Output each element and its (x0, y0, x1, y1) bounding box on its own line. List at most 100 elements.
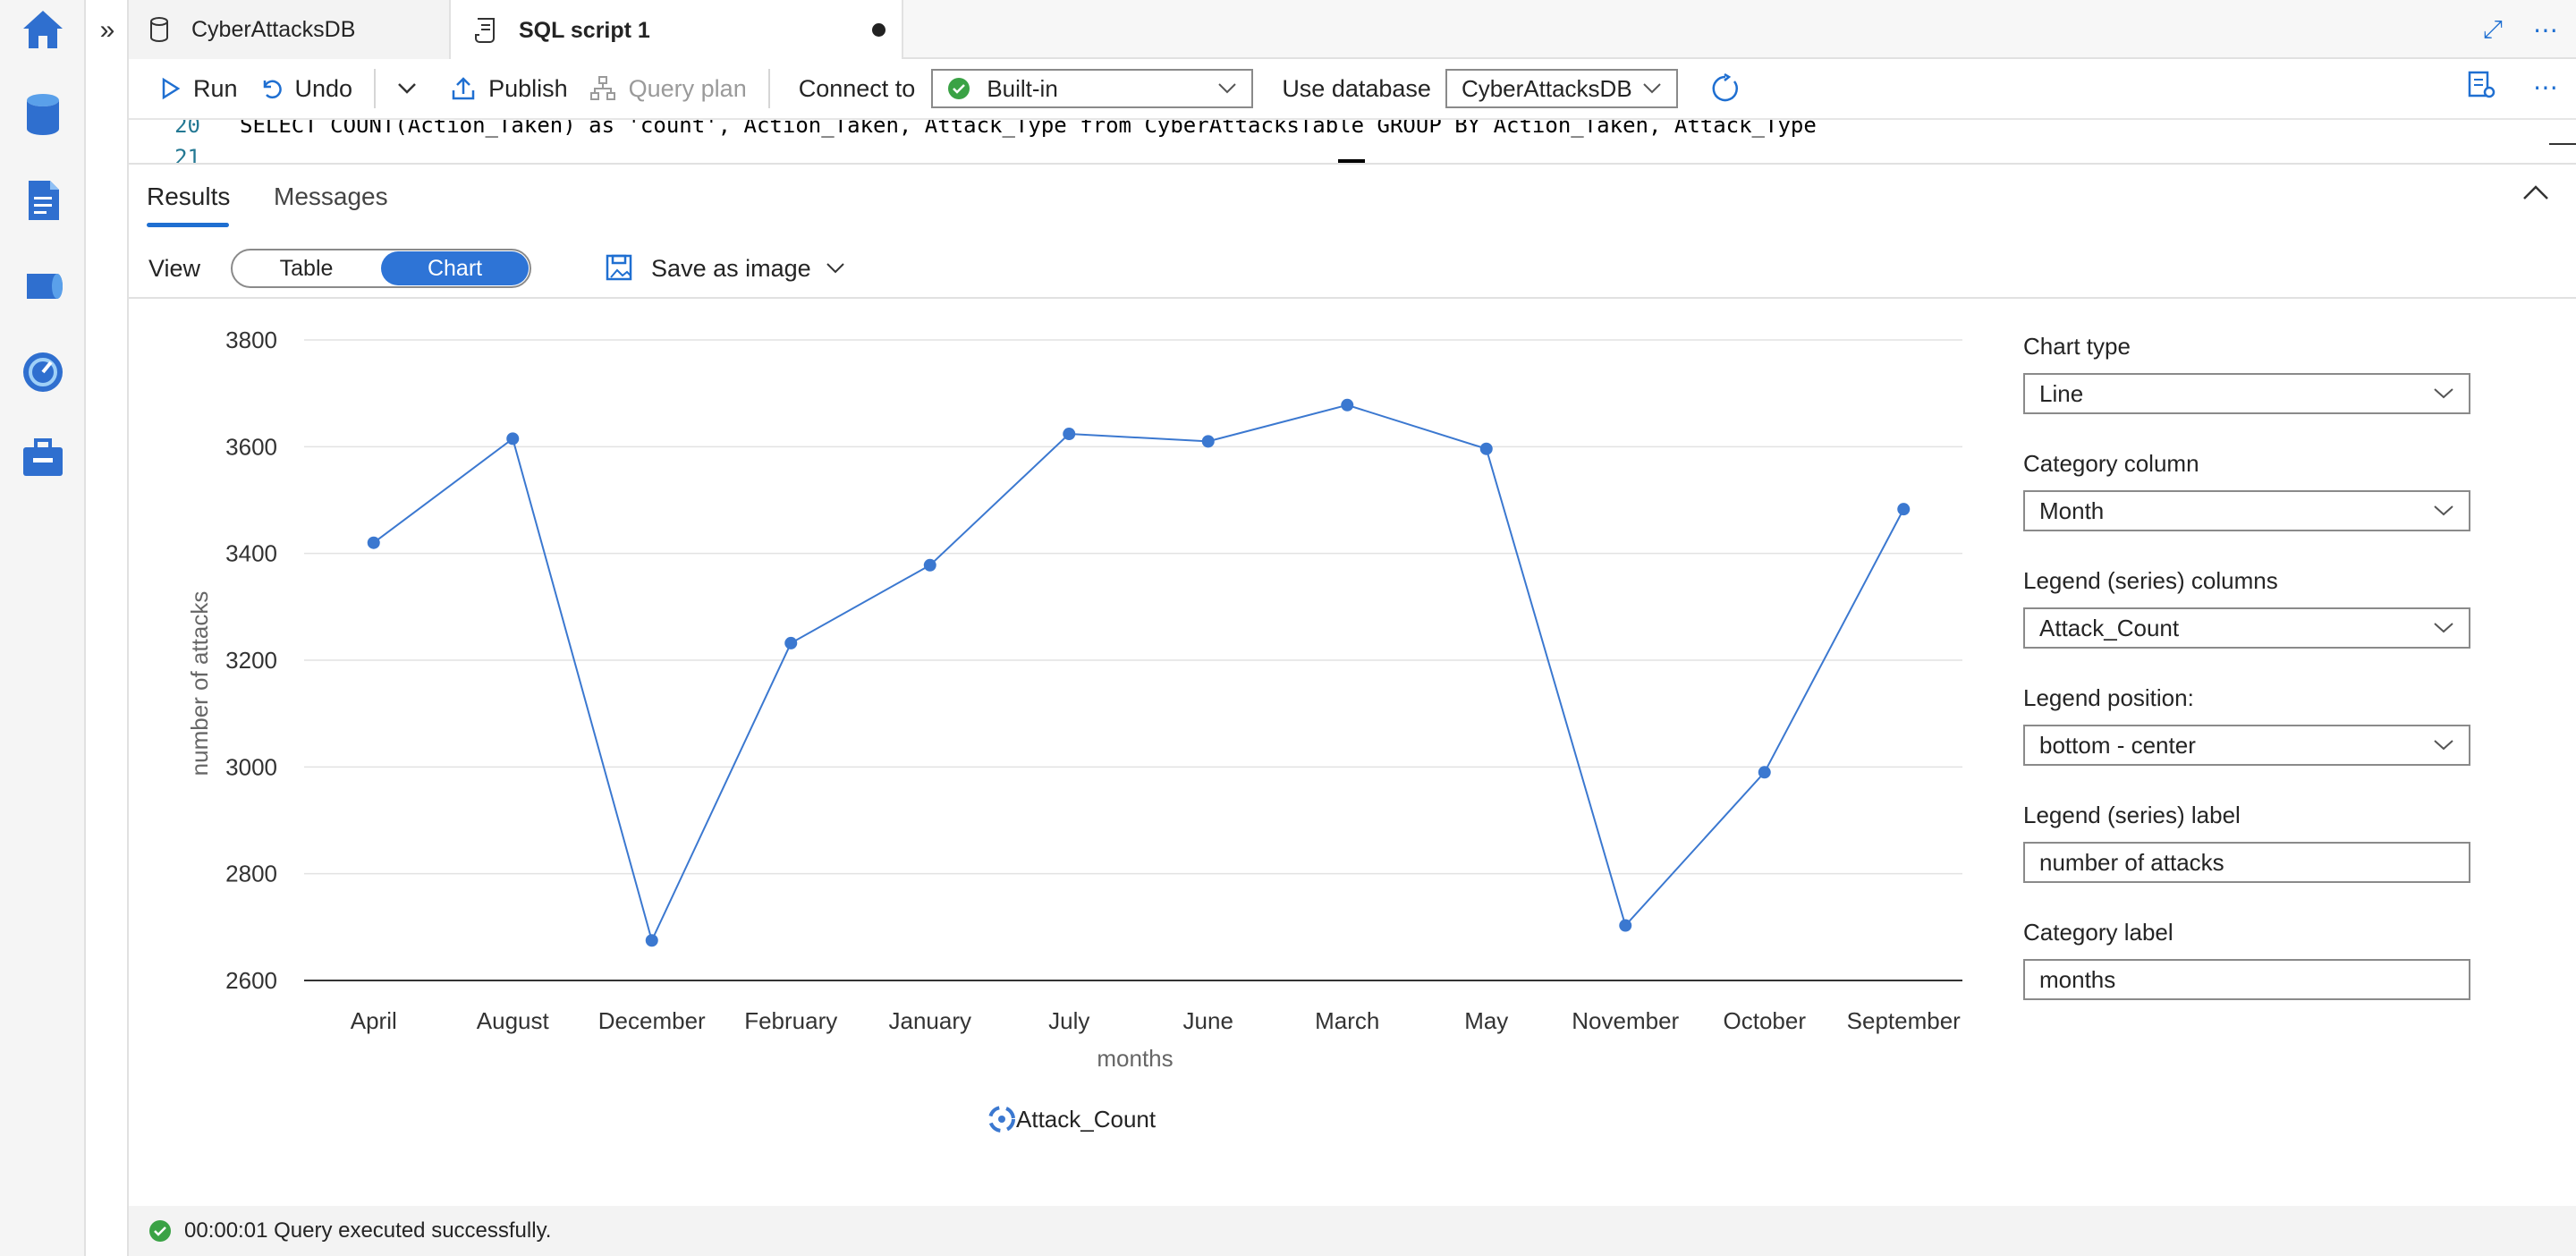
home-icon[interactable] (16, 2, 70, 55)
data-point (367, 536, 380, 549)
properties-icon[interactable] (2467, 70, 2496, 105)
chart-type-label: Chart type (2023, 333, 2131, 360)
legend-label-value: number of attacks (2039, 848, 2224, 876)
tab-sql-script-1[interactable]: SQL script 1 (451, 0, 903, 61)
refresh-button[interactable] (1699, 66, 1764, 111)
publish-button[interactable]: Publish (440, 66, 579, 111)
run-button[interactable]: Run (150, 66, 249, 111)
undo-label: Undo (294, 74, 353, 102)
category-column-select[interactable]: Month (2023, 490, 2470, 531)
tab-label: SQL script 1 (519, 17, 650, 43)
status-text: 00:00:01 Query executed successfully. (184, 1218, 552, 1243)
x-tick-label: July (1048, 1007, 1089, 1034)
save-as-image-label: Save as image (651, 254, 811, 282)
monitor-icon[interactable] (16, 345, 70, 399)
save-image-icon (606, 254, 632, 281)
x-axis-title: months (1097, 1045, 1173, 1072)
category-label-value: months (2039, 965, 2116, 993)
chevron-down-icon (2434, 388, 2453, 399)
unsaved-dot-icon[interactable] (872, 23, 886, 37)
category-label-input[interactable]: months (2023, 959, 2470, 1000)
expand-chevrons-icon[interactable]: » (93, 13, 122, 48)
play-icon (162, 77, 181, 100)
legend-columns-select[interactable]: Attack_Count (2023, 607, 2470, 649)
results-chart: 3800 3600 3400 3200 3000 2800 2600 April August D… (129, 299, 1973, 1193)
view-toggle[interactable]: Table Chart (231, 249, 532, 288)
y-tick-label: 3000 (225, 753, 277, 780)
more-options-icon[interactable]: ⋯ (2533, 72, 2558, 102)
category-column-field: Category column Month (2023, 450, 2470, 531)
data-point (1897, 503, 1911, 516)
legend-marker-dot (998, 1116, 1005, 1123)
data-point (1063, 428, 1076, 441)
results-tabs: Results Messages (129, 165, 2576, 227)
data-point (923, 558, 936, 572)
legend-label-field: Legend (series) label number of attacks (2023, 802, 2470, 883)
script-icon (472, 16, 501, 45)
query-plan-button[interactable]: Query plan (579, 66, 758, 111)
success-check-icon (149, 1220, 171, 1242)
save-as-image-button[interactable]: Save as image (605, 253, 845, 284)
data-point (506, 432, 520, 446)
view-chart-option[interactable]: Chart (381, 251, 530, 285)
data-point (1758, 766, 1771, 779)
legend-position-select[interactable]: bottom - center (2023, 725, 2470, 766)
script-toolbar: Run Undo Publish Query plan Connect to B… (129, 59, 2576, 120)
code-line: SELECT COUNT(Action_Taken) as 'count', A… (240, 120, 1817, 138)
y-tick-label: 3200 (225, 647, 277, 674)
more-options-icon[interactable]: ⋯ (2533, 15, 2558, 45)
x-tick-label: August (477, 1007, 550, 1034)
legend-position-label: Legend position: (2023, 684, 2194, 711)
data-icon[interactable] (16, 88, 70, 141)
line-number: 21 (174, 145, 200, 165)
legend-label-input[interactable]: number of attacks (2023, 842, 2470, 883)
category-label-label: Category label (2023, 919, 2174, 946)
integrate-icon[interactable] (16, 259, 70, 313)
legend-position-field: Legend position: bottom - center (2023, 684, 2470, 766)
maximize-icon[interactable]: ⤢ (2483, 15, 2503, 45)
y-tick-label: 3800 (225, 327, 277, 353)
refresh-icon (1712, 73, 1738, 102)
success-check-icon (948, 78, 970, 99)
expand-column: » (86, 0, 129, 1256)
y-tick-label: 3400 (225, 540, 277, 567)
chevron-down-icon (2434, 505, 2453, 516)
use-database-select[interactable]: CyberAttacksDB (1445, 69, 1678, 108)
develop-icon[interactable] (16, 174, 70, 227)
toolbar-separator (767, 69, 770, 108)
code-editor[interactable]: 20 SELECT COUNT(Action_Taken) as 'count'… (129, 120, 2576, 165)
tab-cyberattacksdb[interactable]: CyberAttacksDB (129, 0, 451, 59)
editor-tab-bar: CyberAttacksDB SQL script 1 ⤢ ⋯ (129, 0, 2576, 61)
collapse-panel-icon[interactable] (2522, 184, 2549, 205)
run-label: Run (193, 74, 238, 102)
undo-button[interactable]: Undo (249, 66, 364, 111)
chart-type-field: Chart type Line (2023, 333, 2470, 414)
x-tick-label: March (1315, 1007, 1379, 1034)
manage-icon[interactable] (16, 431, 70, 485)
chevron-down-icon (1218, 83, 1237, 94)
view-table-option[interactable]: Table (233, 250, 380, 286)
tab-results[interactable]: Results (147, 182, 230, 211)
chevron-down-icon (826, 263, 844, 274)
x-tick-label: October (1724, 1007, 1807, 1034)
x-tick-label: February (744, 1007, 837, 1034)
use-database-label: Use database (1282, 74, 1431, 102)
chart-type-select[interactable]: Line (2023, 373, 2470, 414)
category-label-field: Category label months (2023, 919, 2470, 1000)
undo-icon (263, 80, 282, 99)
x-tick-label: November (1572, 1007, 1679, 1034)
undo-dropdown-button[interactable] (386, 66, 440, 111)
x-tick-label: January (889, 1007, 972, 1034)
chevron-down-icon (1643, 83, 1661, 94)
tab-messages[interactable]: Messages (274, 182, 388, 211)
connect-to-select[interactable]: Built-in (931, 69, 1254, 108)
activity-rail (0, 0, 86, 1256)
active-tab-indicator (147, 223, 229, 227)
x-tick-label: September (1847, 1007, 1962, 1034)
view-bar: View Table Chart Save as image (129, 240, 2576, 299)
line-chart: 3800 3600 3400 3200 3000 2800 2600 April August D… (186, 327, 1973, 1133)
status-bar: 00:00:01 Query executed successfully. (129, 1206, 2576, 1256)
y-tick-label: 2600 (225, 967, 277, 994)
legend-columns-label: Legend (series) columns (2023, 567, 2278, 594)
data-point (1479, 442, 1493, 455)
